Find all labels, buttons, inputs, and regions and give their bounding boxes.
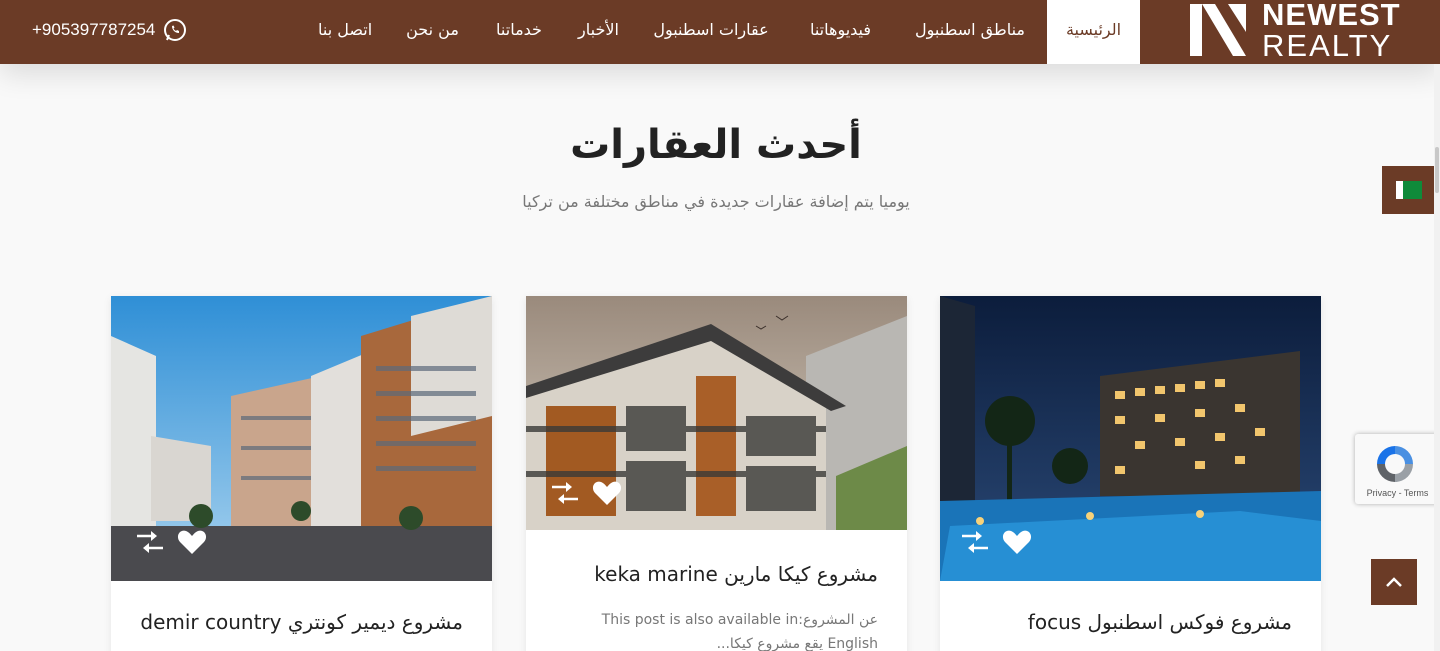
heart-icon[interactable] — [1002, 529, 1032, 555]
whatsapp-icon — [164, 19, 187, 41]
compare-arrows-icon[interactable] — [550, 480, 580, 506]
property-title[interactable]: مشروع فوكس اسطنبول focus — [1028, 610, 1292, 634]
scrollbar-thumb[interactable] — [1435, 147, 1439, 193]
property-card[interactable]: مشروع كيكا مارين keka marine عن المشروعT… — [526, 296, 907, 651]
compare-arrows-icon[interactable] — [960, 529, 990, 555]
nav-services[interactable]: خدماتنا — [493, 0, 545, 64]
property-title[interactable]: مشروع ديمير كونتري demir country — [140, 610, 463, 634]
property-card[interactable]: مشروع فوكس اسطنبول focus — [940, 296, 1321, 651]
recaptcha-badge[interactable]: Privacy - Terms — [1355, 434, 1440, 504]
heart-icon[interactable] — [592, 480, 622, 506]
section-title: أحدث العقارات — [570, 122, 862, 168]
recaptcha-links[interactable]: Privacy - Terms — [1355, 488, 1440, 498]
logo-text-top: NEWEST — [1262, 0, 1401, 32]
property-excerpt: عن المشروعThis post is also available in… — [601, 612, 878, 651]
compare-arrows-icon[interactable] — [135, 529, 165, 555]
property-title[interactable]: مشروع كيكا مارين keka marine — [594, 562, 878, 586]
site-logo[interactable]: NEWEST REALTY — [1188, 0, 1401, 63]
nav-istanbul-areas[interactable]: مناطق اسطنبول — [910, 0, 1030, 64]
nav-videos[interactable]: فيديوهاتنا — [803, 0, 878, 64]
nav-home[interactable]: الرئيسية — [1047, 0, 1140, 64]
section-subtitle: يوميا يتم إضافة عقارات جديدة في مناطق مخ… — [522, 192, 910, 211]
back-to-top-button[interactable] — [1371, 559, 1417, 605]
nav-contact[interactable]: اتصل بنا — [318, 0, 372, 64]
property-card[interactable]: مشروع ديمير كونتري demir country — [111, 296, 492, 651]
chevron-up-icon — [1386, 577, 1402, 587]
nav-istanbul-properties[interactable]: عقارات اسطنبول — [652, 0, 770, 64]
top-navbar: +905397787254 اتصل بنا من نحن خدماتنا ال… — [0, 0, 1440, 64]
heart-icon[interactable] — [177, 529, 207, 555]
nav-about[interactable]: من نحن — [405, 0, 460, 64]
phone-link[interactable]: +905397787254 — [32, 16, 187, 44]
nav-news[interactable]: الأخبار — [578, 0, 619, 64]
recaptcha-icon — [1377, 446, 1413, 482]
logo-mark-icon — [1190, 4, 1246, 56]
phone-number[interactable]: +905397787254 — [32, 20, 155, 40]
logo-text-bottom: REALTY — [1262, 28, 1393, 63]
